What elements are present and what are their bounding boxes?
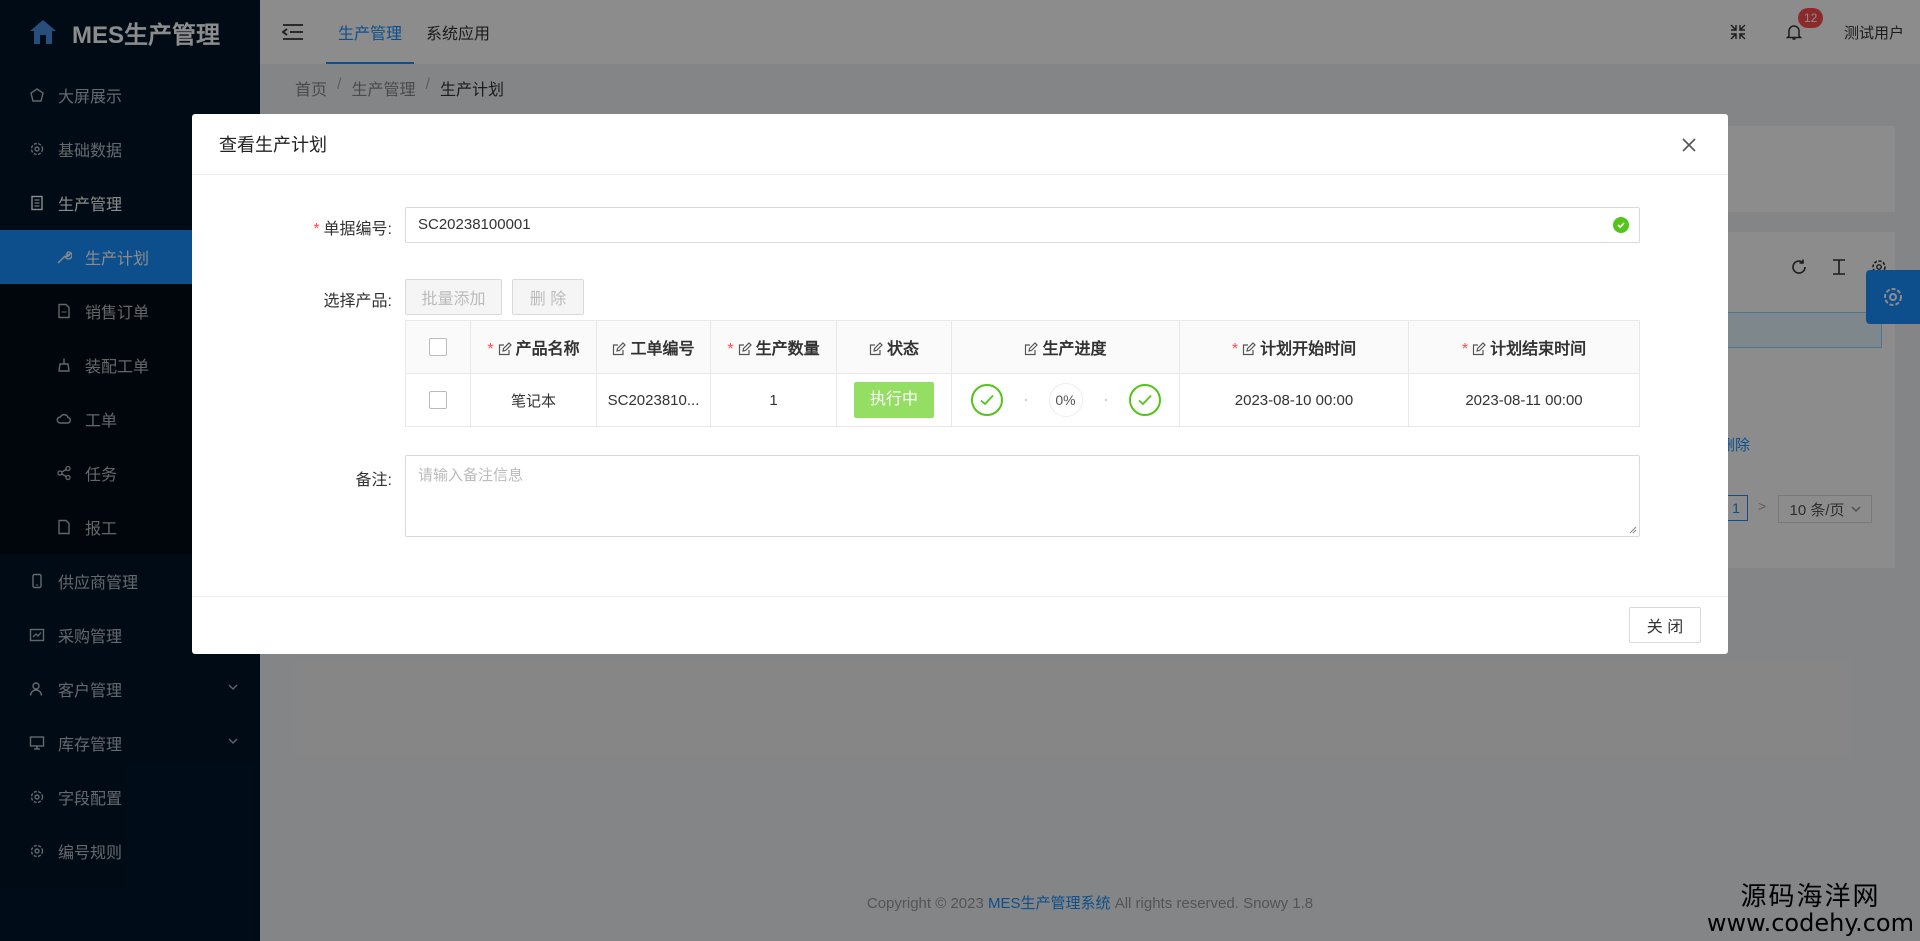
row-select-cell [405,373,471,427]
col-plan-start: * 计划开始时间 [1179,320,1409,374]
col-work-order: 工单编号 [596,320,711,374]
check-circle-icon [1613,217,1629,233]
col-status: 状态 [836,320,952,374]
col-product-name: * 产品名称 [470,320,597,374]
code-input[interactable]: SC20238100001 [405,207,1640,243]
code-label: * 单据编号: [313,221,392,238]
edit-icon [869,342,883,356]
col-progress: 生产进度 [951,320,1180,374]
product-table: * 产品名称 工单编号 * 生产数量 状态 生产进度 * 计划开始时间 * 计划结束时间… [405,320,1640,427]
close-icon[interactable] [1680,136,1698,154]
edit-icon [738,342,752,356]
remark-placeholder: 请输入备注信息 [418,467,524,484]
edit-icon [1473,342,1486,356]
check-icon [1128,384,1161,416]
edit-icon [498,342,512,356]
remark-textarea[interactable]: 请输入备注信息 [405,455,1640,537]
modal-title: 查看生产计划 [219,135,327,155]
progress-percent: 0% [1048,383,1083,417]
cell-quantity: 1 [710,373,837,427]
cell-plan-end: 2023-08-11 00:00 [1408,373,1640,427]
modal-footer: 关 闭 [192,596,1728,654]
edit-icon [1025,342,1039,356]
progress-dot [1024,399,1027,401]
progress-dot [1104,399,1107,401]
select-all-cell [405,320,471,374]
check-icon [970,384,1003,416]
row-checkbox[interactable] [429,391,447,410]
close-button[interactable]: 关 闭 [1629,607,1701,643]
cell-product: 笔记本 [470,373,597,427]
view-plan-modal: 查看生产计划 * 单据编号: SC20238100001 选择产品: 批量添加 删… [192,114,1728,654]
resize-handle-icon[interactable] [1629,526,1637,534]
col-quantity: * 生产数量 [710,320,837,374]
remark-label: 备注: [355,472,392,489]
progress-steps: 0% [952,383,1179,417]
col-plan-end: * 计划结束时间 [1408,320,1640,374]
watermark-url: www.codehy.com [1706,909,1914,938]
cell-plan-start: 2023-08-10 00:00 [1179,373,1409,427]
watermark: 源码海洋网 www.codehy.com [1706,882,1914,938]
table-row: 笔记本 SC2023810... 1 执行中 0% 2023-08-10 00:… [405,373,1640,427]
cell-status: 执行中 [836,373,952,427]
modal-header: 查看生产计划 [192,114,1728,175]
cell-progress: 0% [951,373,1180,427]
delete-button[interactable]: 删 除 [512,279,584,315]
select-all-checkbox[interactable] [429,337,447,356]
watermark-text: 源码海洋网 [1740,882,1881,912]
product-label: 选择产品: [323,293,392,310]
code-value: SC20238100001 [418,216,531,233]
status-button[interactable]: 执行中 [854,382,934,418]
edit-icon [1243,342,1256,356]
table-header-row: * 产品名称 工单编号 * 生产数量 状态 生产进度 * 计划开始时间 * 计划结束时间 [405,320,1640,374]
cell-work-order: SC2023810... [596,373,711,427]
batch-add-button[interactable]: 批量添加 [405,279,502,315]
edit-icon [613,342,627,356]
